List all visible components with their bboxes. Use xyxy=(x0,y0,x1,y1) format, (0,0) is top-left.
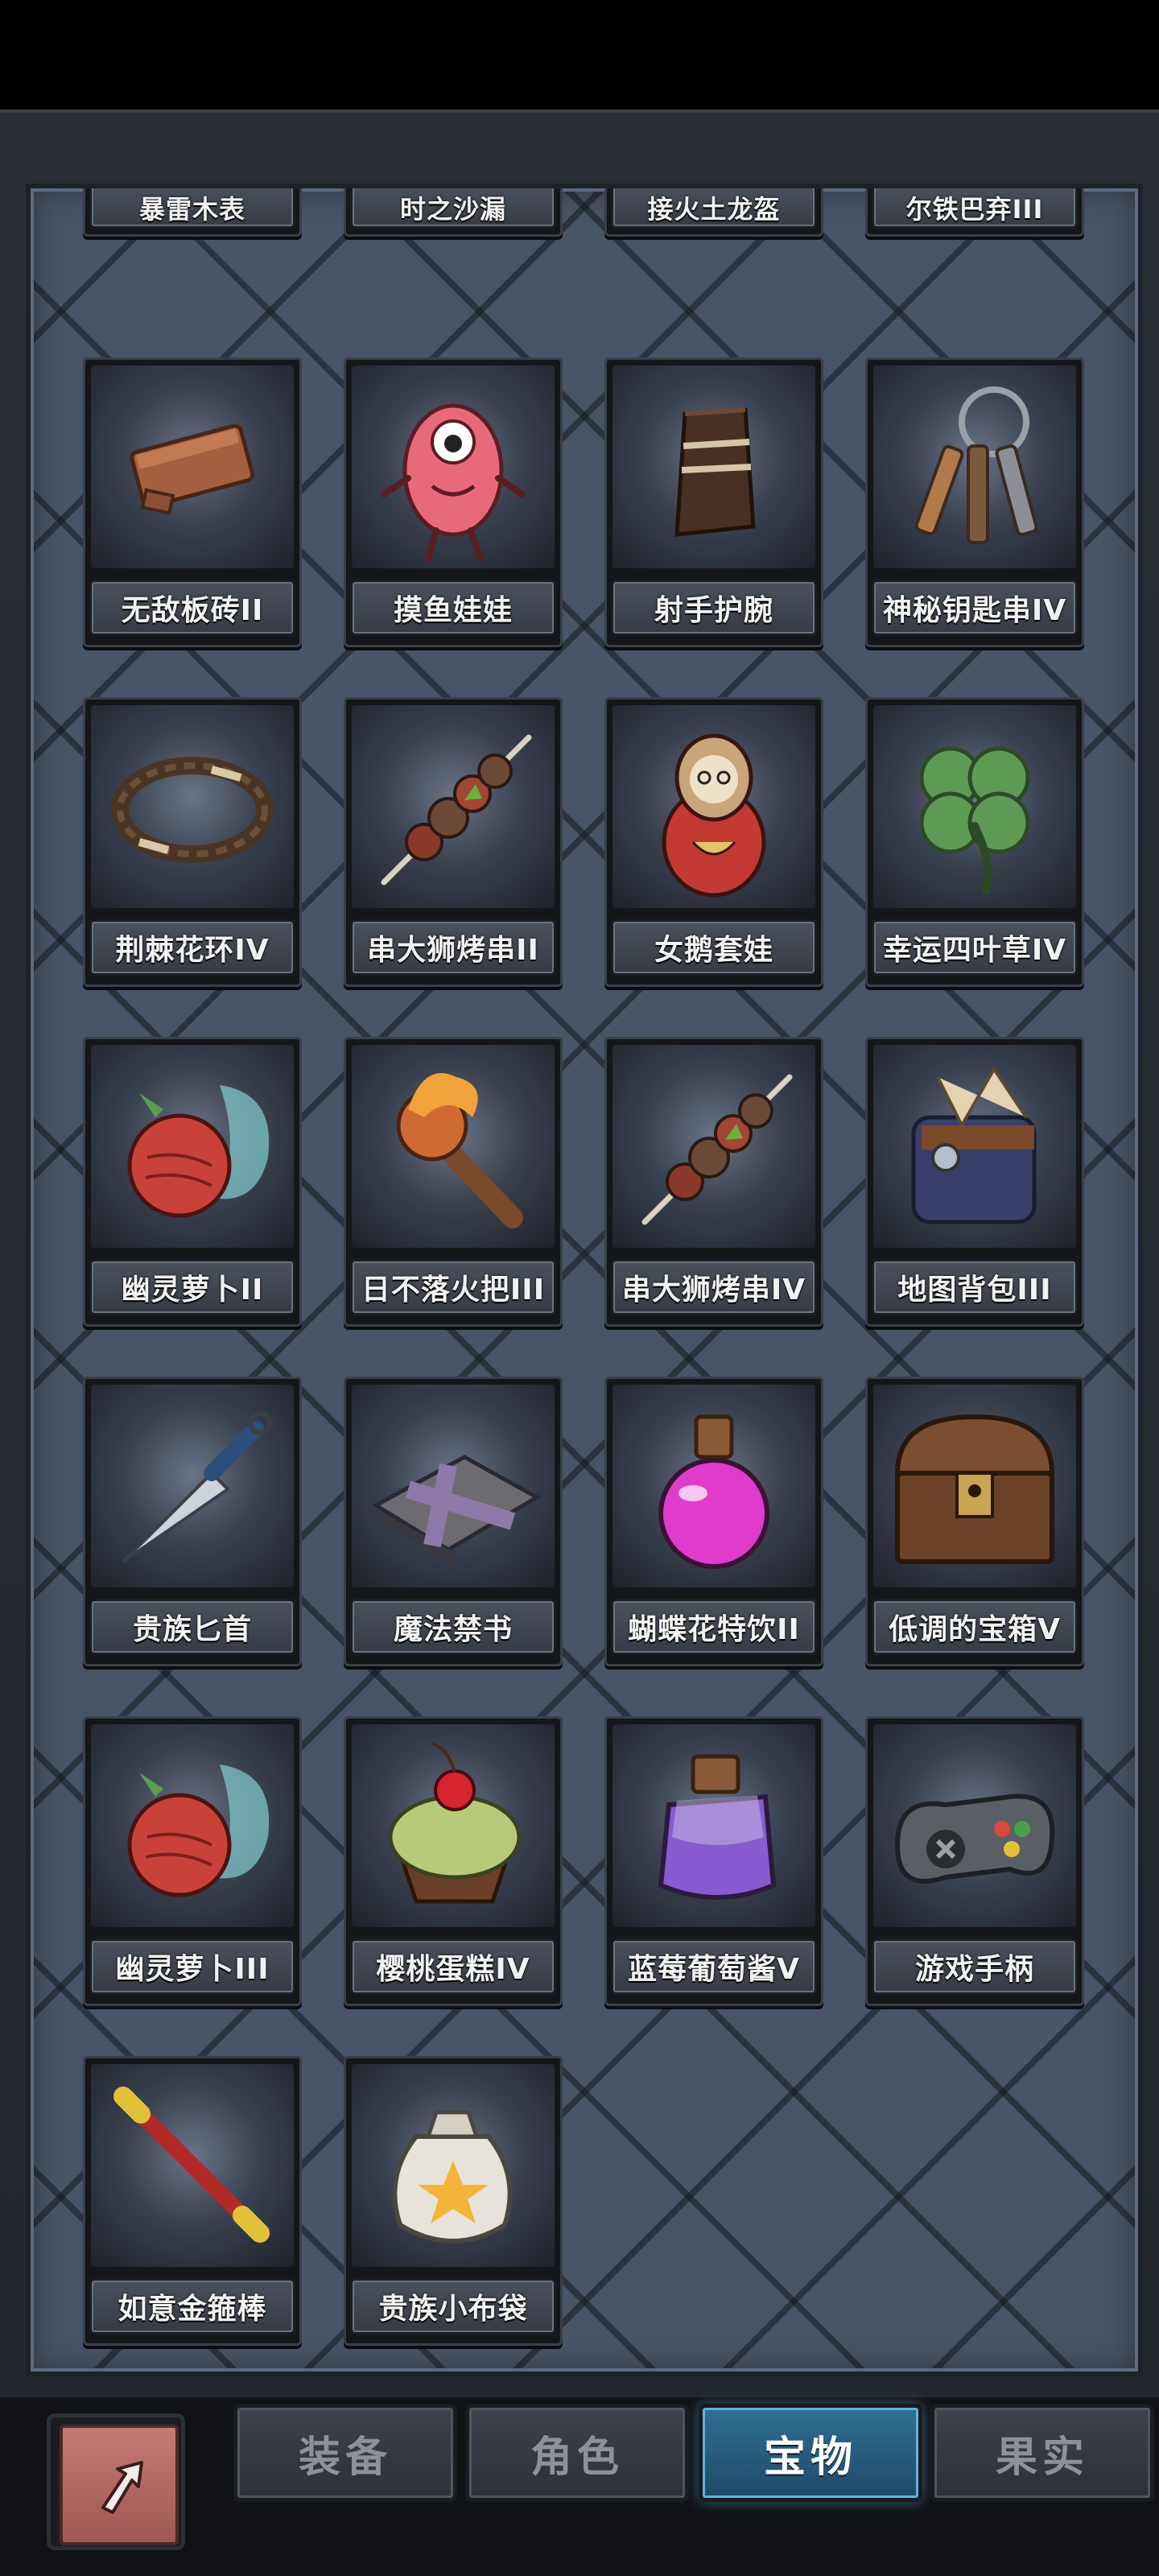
item-card-label: 神秘钥匙串IV xyxy=(872,580,1078,636)
item-card-label: 蓝莓葡萄酱V xyxy=(611,1938,817,1995)
tab-fruit[interactable]: 果实 xyxy=(930,2404,1154,2502)
item-card-label: 樱桃蛋糕IV xyxy=(350,1938,556,1995)
item-card-label: 时之沙漏 xyxy=(350,188,556,229)
item-card-label: 魔法禁书 xyxy=(350,1599,556,1655)
item-card-label: 游戏手柄 xyxy=(872,1938,1078,1995)
item-card[interactable]: 贵族匕首 xyxy=(83,1377,302,1666)
back-button[interactable] xyxy=(47,2413,185,2550)
item-card-partial[interactable]: 暴雷木表 xyxy=(83,188,302,237)
item-card-label: 贵族小布袋 xyxy=(350,2278,556,2334)
bracer-icon xyxy=(612,365,815,568)
keys-icon xyxy=(873,365,1076,568)
magic-book-icon xyxy=(352,1385,555,1587)
cloth-bag-icon xyxy=(352,2064,555,2267)
item-card[interactable]: 神秘钥匙串IV xyxy=(865,357,1084,647)
item-card-label: 暴雷木表 xyxy=(89,188,295,229)
item-card-label: 串大狮烤串II xyxy=(350,919,556,976)
item-card[interactable]: 日不落火把III xyxy=(344,1037,563,1327)
map-bag-icon xyxy=(873,1045,1076,1248)
item-card-label: 射手护腕 xyxy=(611,580,817,636)
kebab-icon xyxy=(352,705,555,908)
item-card[interactable]: 蓝莓葡萄酱V xyxy=(604,1716,823,2006)
item-card-label: 日不落火把III xyxy=(350,1259,556,1315)
item-card[interactable]: 幽灵萝卜II xyxy=(83,1037,302,1327)
item-card-label: 荆棘花环IV xyxy=(89,919,295,976)
item-card[interactable]: 蝴蝶花特饮II xyxy=(604,1377,823,1666)
item-card[interactable]: 串大狮烤串IV xyxy=(604,1037,823,1327)
item-card[interactable]: 贵族小布袋 xyxy=(344,2056,563,2346)
item-card-label: 贵族匕首 xyxy=(89,1599,295,1655)
item-card-label: 幽灵萝卜II xyxy=(89,1259,295,1315)
item-card-label: 女鹅套娃 xyxy=(611,919,817,976)
tab-character[interactable]: 角色 xyxy=(465,2404,689,2502)
item-card-label: 低调的宝箱V xyxy=(872,1599,1078,1655)
ghost-radish-icon xyxy=(91,1045,294,1248)
item-card-partial[interactable]: 接火土龙盔 xyxy=(604,188,823,237)
torch-icon xyxy=(352,1045,555,1248)
item-card-label: 接火土龙盔 xyxy=(611,188,817,229)
item-card[interactable]: 射手护腕 xyxy=(604,357,823,647)
item-card-label: 尔铁巴弃III xyxy=(872,188,1078,229)
item-card-label: 如意金箍棒 xyxy=(89,2278,295,2334)
item-card[interactable]: 低调的宝箱V xyxy=(865,1377,1084,1666)
golden-staff-icon xyxy=(91,2064,294,2267)
tab-equipment[interactable]: 装备 xyxy=(233,2404,457,2502)
return-arrow-icon xyxy=(60,2425,179,2545)
purple-jar-icon xyxy=(612,1724,815,1927)
item-card-label: 幸运四叶草IV xyxy=(872,919,1078,976)
dagger-icon xyxy=(91,1385,294,1587)
item-card[interactable]: 女鹅套娃 xyxy=(604,697,823,987)
brick-icon xyxy=(91,365,294,568)
treasure-chest-icon xyxy=(873,1385,1076,1587)
item-card[interactable]: 樱桃蛋糕IV xyxy=(344,1716,563,2006)
treasure-grid[interactable]: 暴雷木表 时之沙漏 接火土龙盔 尔铁巴弃III 无敌板砖II 摸鱼娃娃 射手护腕 神秘钥匙串I… xyxy=(26,184,1143,2376)
item-card[interactable]: 游戏手柄 xyxy=(865,1716,1084,2006)
status-bar xyxy=(0,0,1159,109)
item-card-partial[interactable]: 时之沙漏 xyxy=(344,188,563,237)
four-leaf-clover-icon xyxy=(873,705,1076,908)
item-card[interactable]: 魔法禁书 xyxy=(344,1377,563,1666)
item-card-label: 幽灵萝卜III xyxy=(89,1938,295,1995)
pink-potion-icon xyxy=(612,1385,815,1587)
item-card-label: 地图背包III xyxy=(872,1259,1078,1315)
item-card[interactable]: 无敌板砖II xyxy=(83,357,302,647)
kebab-icon xyxy=(612,1045,815,1248)
item-card[interactable]: 荆棘花环IV xyxy=(83,697,302,987)
item-card-label: 无敌板砖II xyxy=(89,580,295,636)
item-card[interactable]: 幽灵萝卜III xyxy=(83,1716,302,2006)
item-card[interactable]: 如意金箍棒 xyxy=(83,2056,302,2346)
item-card[interactable]: 串大狮烤串II xyxy=(344,697,563,987)
pink-doll-icon xyxy=(352,365,555,568)
item-card-label: 摸鱼娃娃 xyxy=(350,580,556,636)
cherry-cake-icon xyxy=(352,1724,555,1927)
thorn-wreath-icon xyxy=(91,705,294,908)
inventory-frame: 暴雷木表 时之沙漏 接火土龙盔 尔铁巴弃III 无敌板砖II 摸鱼娃娃 射手护腕 神秘钥匙串I… xyxy=(0,109,1159,2401)
item-card-partial[interactable]: 尔铁巴弃III xyxy=(865,188,1084,237)
item-card-label: 串大狮烤串IV xyxy=(611,1259,817,1315)
item-card-label: 蝴蝶花特饮II xyxy=(611,1599,817,1655)
gamepad-icon xyxy=(873,1724,1076,1927)
item-card[interactable]: 地图背包III xyxy=(865,1037,1084,1327)
tab-treasure[interactable]: 宝物 xyxy=(699,2404,922,2502)
ghost-radish-icon xyxy=(91,1724,294,1927)
item-card[interactable]: 幸运四叶草IV xyxy=(865,697,1084,987)
matryoshka-icon xyxy=(612,705,815,908)
item-card[interactable]: 摸鱼娃娃 xyxy=(344,357,563,647)
